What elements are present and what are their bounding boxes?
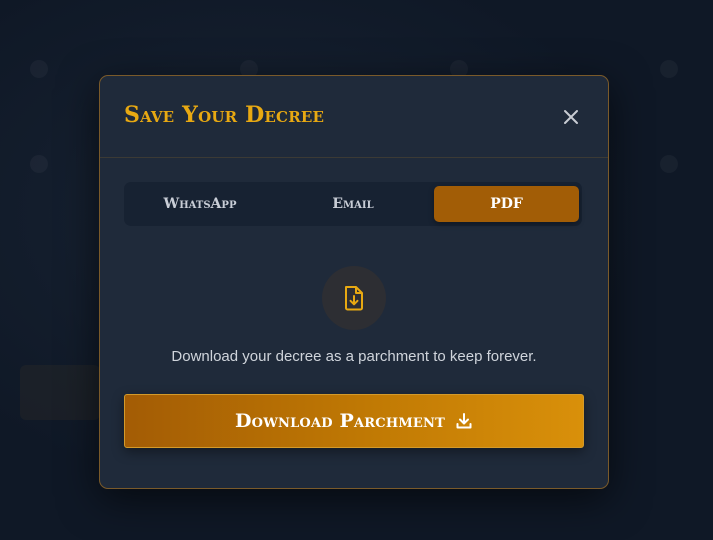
close-button[interactable] bbox=[560, 106, 582, 128]
download-parchment-button[interactable]: Download Parchment bbox=[124, 394, 584, 448]
modal-title: Save Your Decree bbox=[124, 102, 325, 128]
tab-email[interactable]: Email bbox=[277, 186, 429, 222]
share-tabs: WhatsApp Email PDF bbox=[124, 182, 582, 226]
close-icon bbox=[564, 110, 578, 124]
background-decoration bbox=[660, 60, 678, 78]
background-decoration bbox=[660, 155, 678, 173]
download-icon bbox=[455, 412, 473, 430]
background-panel bbox=[20, 365, 100, 420]
file-download-icon bbox=[345, 286, 363, 311]
background-decoration bbox=[30, 60, 48, 78]
save-decree-modal: Save Your Decree WhatsApp Email PDF Down… bbox=[99, 75, 609, 489]
background-decoration bbox=[30, 155, 48, 173]
pdf-description: Download your decree as a parchment to k… bbox=[171, 348, 537, 365]
download-button-label: Download Parchment bbox=[235, 410, 445, 432]
tab-whatsapp[interactable]: WhatsApp bbox=[124, 186, 276, 222]
tab-pdf[interactable]: PDF bbox=[434, 186, 579, 222]
modal-header: Save Your Decree bbox=[100, 76, 608, 158]
file-download-icon-badge bbox=[322, 266, 386, 330]
